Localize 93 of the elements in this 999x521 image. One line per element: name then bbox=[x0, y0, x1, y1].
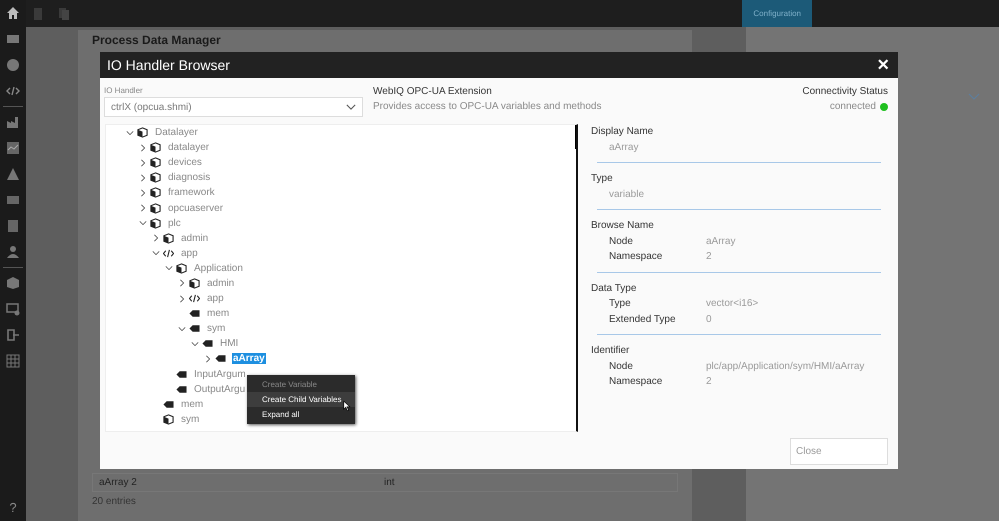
tree-item[interactable]: mem bbox=[206, 308, 230, 320]
property-label: Namespace bbox=[609, 375, 664, 389]
property-value: vector<i16> bbox=[706, 297, 758, 311]
tag-icon bbox=[163, 398, 174, 410]
chevron-down-icon[interactable] bbox=[191, 340, 199, 348]
table-cell-text: aArray 2 bbox=[99, 477, 138, 488]
property-label: Namespace bbox=[609, 250, 664, 264]
property-value: plc/app/Application/sym/HMI/aArray bbox=[706, 360, 864, 374]
property-value: aArray bbox=[706, 234, 736, 248]
configuration-tab[interactable]: Configuration bbox=[742, 0, 812, 27]
property-value: 2 bbox=[706, 375, 712, 389]
home-icon[interactable] bbox=[6, 6, 20, 20]
property-value: variable bbox=[608, 188, 646, 202]
menu-item[interactable]: Create Child Variables bbox=[247, 392, 355, 407]
document-icon[interactable] bbox=[6, 219, 20, 233]
property-value: 0 bbox=[706, 312, 712, 326]
tag-icon bbox=[189, 323, 200, 334]
tree-item[interactable]: HMI bbox=[219, 338, 240, 350]
tree-item[interactable]: framework bbox=[167, 187, 216, 198]
code-icon bbox=[189, 293, 200, 304]
tag-icon bbox=[215, 353, 226, 364]
tree-item[interactable]: admin bbox=[206, 278, 236, 289]
chevron-right-icon[interactable] bbox=[139, 174, 147, 182]
chevron-right-icon[interactable] bbox=[139, 158, 147, 167]
code-icon bbox=[163, 248, 174, 259]
status-dot bbox=[880, 102, 888, 110]
entries-count: 20 entries bbox=[92, 496, 137, 507]
tree-item[interactable]: admin bbox=[180, 232, 210, 244]
close-button[interactable]: Close bbox=[790, 438, 888, 465]
code-icon[interactable] bbox=[6, 84, 20, 98]
export-icon[interactable] bbox=[6, 328, 20, 342]
section-title: Display Name bbox=[591, 125, 654, 139]
chevron-right-icon[interactable] bbox=[152, 234, 160, 242]
tree-item[interactable]: aArray bbox=[232, 353, 266, 364]
tag-icon bbox=[202, 338, 213, 350]
property-label: Type bbox=[609, 297, 632, 311]
tree-item[interactable]: OutputArgu bbox=[193, 384, 246, 395]
chevron-down-icon[interactable] bbox=[139, 219, 147, 228]
tag-icon bbox=[189, 308, 200, 320]
monitor-icon[interactable] bbox=[6, 302, 20, 316]
section-title: Data Type bbox=[591, 282, 638, 296]
tree-item[interactable]: opcuaserver bbox=[167, 202, 224, 214]
io-handler-dropdown[interactable]: ctrlX (opcua.shmi) bbox=[104, 97, 363, 117]
chart-icon[interactable] bbox=[6, 141, 20, 155]
tree-item[interactable]: datalayer bbox=[167, 142, 210, 154]
chevron-right-icon[interactable] bbox=[139, 188, 147, 197]
section-title: Identifier bbox=[591, 344, 630, 358]
chevron-right-icon[interactable] bbox=[139, 204, 147, 212]
tree-item[interactable]: diagnosis bbox=[167, 172, 212, 184]
section-title: Type bbox=[591, 172, 614, 186]
tag-icon bbox=[176, 368, 187, 380]
tag-icon bbox=[176, 384, 187, 395]
chevron-down-icon[interactable] bbox=[165, 264, 173, 272]
chevron-right-icon[interactable] bbox=[139, 144, 147, 152]
tree-item[interactable]: InputArgum bbox=[193, 368, 247, 380]
tree-item[interactable]: Datalayer bbox=[154, 127, 199, 138]
dialog-title: IO Handler Browser bbox=[107, 57, 230, 73]
status-value: connected bbox=[830, 101, 876, 112]
card-icon[interactable] bbox=[6, 193, 20, 207]
page-title: Process Data Manager bbox=[92, 33, 222, 47]
tree-item[interactable]: mem bbox=[180, 398, 204, 410]
tree-item[interactable]: plc bbox=[167, 218, 182, 229]
extension-description: Provides access to OPC-UA variables and methods bbox=[373, 101, 602, 112]
property-label: Extended Type bbox=[609, 312, 677, 326]
tree-item[interactable]: sym bbox=[180, 414, 200, 425]
chevron-right-icon[interactable] bbox=[204, 354, 212, 363]
cursor-icon bbox=[343, 400, 351, 412]
tree-item[interactable]: sym bbox=[206, 323, 226, 334]
tree-item[interactable]: app bbox=[180, 248, 199, 259]
factory-icon[interactable] bbox=[6, 115, 20, 129]
tree-item[interactable]: Application bbox=[193, 262, 244, 274]
close-button[interactable]: × bbox=[875, 55, 891, 75]
property-label: Node bbox=[609, 234, 634, 248]
chevron-down-icon[interactable] bbox=[126, 128, 134, 137]
table-cell: int bbox=[384, 477, 395, 488]
chevron-down-icon[interactable] bbox=[152, 249, 160, 258]
chevron-down-icon[interactable] bbox=[178, 324, 186, 333]
property-label: Node bbox=[609, 360, 634, 374]
field-label: IO Handler bbox=[104, 86, 144, 95]
status-label: Connectivity Status bbox=[802, 86, 888, 97]
property-value: aArray bbox=[608, 140, 640, 154]
property-value: 2 bbox=[706, 250, 712, 264]
user-icon[interactable] bbox=[6, 245, 20, 259]
section-title: Browse Name bbox=[591, 219, 655, 233]
chevron-down-icon[interactable] bbox=[346, 104, 356, 110]
warning-icon[interactable] bbox=[6, 167, 20, 181]
tree-item[interactable]: app bbox=[206, 293, 225, 304]
help-link[interactable]: ? bbox=[9, 500, 17, 515]
tree-item[interactable]: devices bbox=[167, 157, 203, 168]
extension-name: WebIQ OPC-UA Extension bbox=[373, 86, 493, 97]
chevron-right-icon[interactable] bbox=[178, 294, 186, 303]
menu-item[interactable]: Expand all bbox=[247, 407, 355, 422]
chevron-right-icon[interactable] bbox=[178, 279, 186, 288]
